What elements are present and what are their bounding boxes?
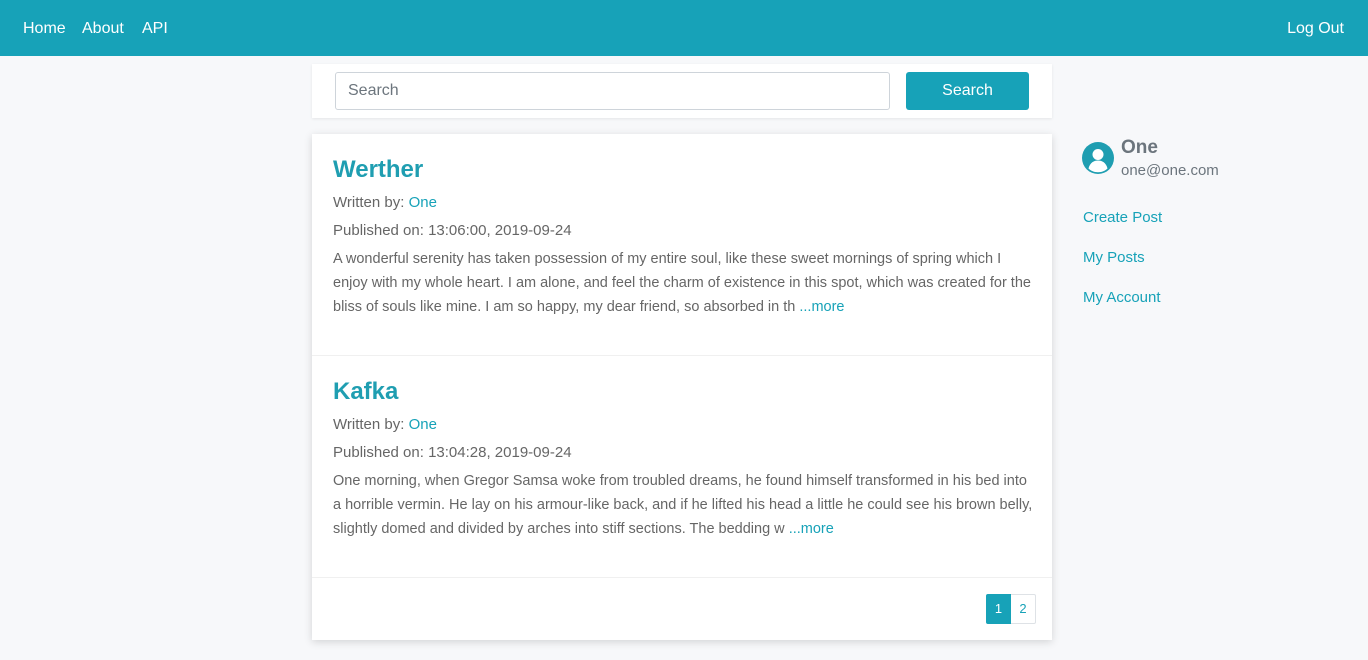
pagination: 1 2 — [986, 594, 1036, 624]
published-label: Published on: — [333, 222, 424, 239]
post-author-link[interactable]: One — [409, 194, 437, 211]
post-excerpt: One morning, when Gregor Samsa woke from… — [333, 469, 1035, 541]
read-more-link[interactable]: ...more — [789, 521, 834, 537]
read-more-link[interactable]: ...more — [799, 299, 844, 315]
nav-home-link[interactable]: Home — [23, 19, 66, 39]
create-post-link[interactable]: Create Post — [1083, 208, 1162, 228]
post-date-line: Published on: 13:06:00, 2019-09-24 — [333, 221, 572, 241]
post-excerpt-text: A wonderful serenity has taken possessio… — [333, 251, 1031, 315]
nav-api-link[interactable]: API — [142, 19, 168, 39]
post-title-link[interactable]: Kafka — [333, 378, 398, 406]
post-author-line: Written by: One — [333, 415, 437, 435]
posts-list: Werther Written by: One Published on: 13… — [312, 134, 1052, 640]
user-name: One — [1121, 137, 1158, 158]
logout-link[interactable]: Log Out — [1287, 19, 1344, 39]
post-excerpt: A wonderful serenity has taken possessio… — [333, 247, 1035, 319]
my-posts-link[interactable]: My Posts — [1083, 248, 1145, 268]
written-by-label: Written by: — [333, 416, 405, 433]
search-card: Search — [312, 64, 1052, 118]
post-author-link[interactable]: One — [409, 416, 437, 433]
page-2-button[interactable]: 2 — [1011, 594, 1036, 624]
post-excerpt-text: One morning, when Gregor Samsa woke from… — [333, 473, 1033, 537]
page-1-button[interactable]: 1 — [986, 594, 1011, 624]
written-by-label: Written by: — [333, 194, 405, 211]
post-author-line: Written by: One — [333, 193, 437, 213]
post-published-date: 13:06:00, 2019-09-24 — [428, 222, 572, 239]
my-account-link[interactable]: My Account — [1083, 288, 1161, 308]
search-button[interactable]: Search — [906, 72, 1029, 110]
post-title-link[interactable]: Werther — [333, 156, 423, 184]
post-published-date: 13:04:28, 2019-09-24 — [428, 444, 572, 461]
top-navbar: Home About API Log Out — [0, 0, 1368, 56]
published-label: Published on: — [333, 444, 424, 461]
post-item: Kafka Written by: One Published on: 13:0… — [312, 356, 1052, 578]
user-email: one@one.com — [1121, 162, 1219, 179]
search-input[interactable] — [335, 72, 890, 110]
post-date-line: Published on: 13:04:28, 2019-09-24 — [333, 443, 572, 463]
user-avatar-icon — [1082, 142, 1114, 174]
nav-about-link[interactable]: About — [82, 19, 124, 39]
post-item: Werther Written by: One Published on: 13… — [312, 134, 1052, 356]
